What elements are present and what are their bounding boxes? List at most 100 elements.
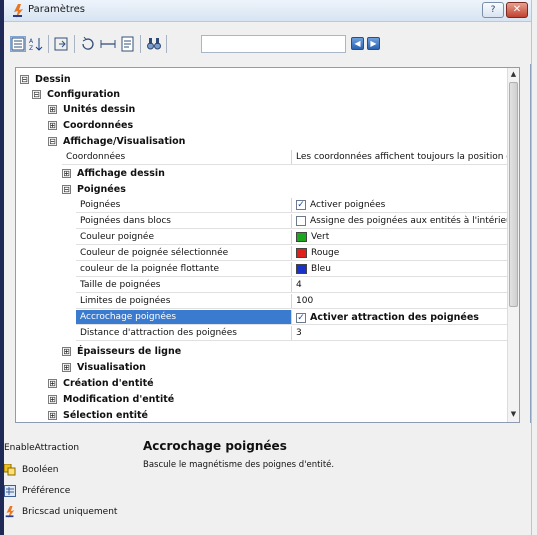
expand-toggle-icon[interactable]: ⊞ [48,379,57,388]
property-value-text: Assigne des poignées aux entités à l'int… [310,216,507,226]
property-row[interactable]: Taille de poignées 4 [76,278,507,293]
scroll-down-icon[interactable]: ▼ [508,409,519,420]
property-label: Coordonnées [62,150,292,164]
checkbox[interactable] [296,215,306,226]
property-label: Couleur poignée [76,230,292,244]
property-label: Distance d'attraction des poignées [76,326,292,340]
color-swatch [296,231,307,242]
property-value[interactable]: 3 [292,326,507,340]
property-value[interactable]: Vert [292,230,507,244]
expand-toggle-icon[interactable]: ⊟ [32,90,41,99]
search-previous-button[interactable]: ◀ [351,37,364,50]
toolbar-separator [48,35,49,53]
expand-toggle-icon[interactable]: ⊞ [48,121,57,130]
property-label: Couleur de poignée sélectionnée [76,246,292,260]
property-row-coordonnees[interactable]: Coordonnées Les coordonnées affichent to… [62,150,507,165]
property-label: Poignées dans blocs [76,214,292,228]
property-row[interactable]: Couleur poignée Vert [76,230,507,245]
expand-toggle-icon[interactable]: ⊟ [62,185,71,194]
scrollbar-thumb[interactable] [509,82,518,307]
tree-node-coordonnees[interactable]: ⊞ Coordonnées [48,118,133,133]
property-label: Poignées [76,198,292,212]
sort-alphabetical-icon[interactable]: AZ [28,36,44,52]
property-label: Accrochage poignées [76,310,292,324]
distance-icon[interactable] [100,36,116,52]
preference-icon [4,484,16,497]
help-button[interactable]: ? [482,2,504,18]
categorized-view-icon[interactable] [10,36,26,52]
property-value[interactable]: 100 [292,294,507,308]
tree-node-unites-dessin[interactable]: ⊞ Unités dessin [48,102,135,117]
tree-node-epaisseurs-de-ligne[interactable]: ⊞ Épaisseurs de ligne [62,344,181,359]
vertical-scrollbar[interactable]: ▲ ▼ [507,68,519,422]
expand-toggle-icon[interactable]: ⊞ [62,169,71,178]
property-value[interactable]: Les coordonnées affichent toujours la po… [292,150,507,164]
property-value[interactable]: ✓ Activer attraction des poignées [292,310,507,324]
property-row[interactable]: Poignées dans blocs Assigne des poignées … [76,214,507,229]
svg-text:A: A [29,38,34,45]
title-bar[interactable]: Paramètres ? ✕ [4,0,531,22]
binoculars-icon[interactable] [146,36,162,52]
property-row[interactable]: couleur de la poignée flottante Bleu [76,262,507,277]
property-row[interactable]: Distance d'attraction des poignées 3 [76,326,507,341]
tree-node-modification-entite[interactable]: ⊞ Modification d'entité [48,392,174,407]
property-value[interactable]: ✓ Activer poignées [292,198,507,212]
variable-name: EnableAttraction [4,443,80,453]
property-row[interactable]: Limites de poignées 100 [76,294,507,309]
tree-node-creation-entite[interactable]: ⊞ Création d'entité [48,376,154,391]
window-shadow [531,0,537,535]
expand-toggle-icon[interactable]: ⊞ [48,395,57,404]
tree-node-selection-entite[interactable]: ⊞ Sélection entité [48,408,148,422]
property-value[interactable]: Rouge [292,246,507,260]
property-value-text: Activer poignées [310,200,386,210]
expand-toggle-icon[interactable]: ⊟ [48,137,57,146]
boolean-type-icon [4,463,16,475]
property-row[interactable]: Poignées ✓ Activer poignées [76,198,507,213]
color-swatch [296,263,307,274]
window-title: Paramètres [28,4,86,15]
search-input[interactable] [201,35,346,53]
expand-toggle-icon[interactable]: ⊟ [20,75,29,84]
property-value[interactable]: 4 [292,278,507,292]
settings-window: Paramètres ? ✕ AZ ◀ ▶ ⊟ Dessin ⊟ Configu… [4,0,531,535]
expand-toggle-icon[interactable]: ⊞ [48,411,57,420]
settings-tree: ⊟ Dessin ⊟ Configuration ⊞ Unités dessin ⊞ C… [15,67,520,423]
checkbox[interactable]: ✓ [296,199,306,210]
toolbar: AZ ◀ ▶ [4,22,531,64]
property-row[interactable]: Accrochage poignées ✓ Activer attraction d… [76,310,507,325]
description-panel: EnableAttraction Accrochage poignées Bas… [4,423,531,535]
toolbar-separator [140,35,141,53]
scroll-up-icon[interactable]: ▲ [508,69,519,80]
expand-toggle-icon[interactable]: ⊞ [48,105,57,114]
property-value-text: Activer attraction des poignées [310,312,479,323]
tree-node-configuration[interactable]: ⊟ Configuration [32,87,120,102]
document-icon[interactable] [120,36,136,52]
checkbox[interactable]: ✓ [296,312,306,323]
description-text: Bascule le magnétisme des poignes d'enti… [143,460,335,470]
bricscad-logo-icon [5,505,15,518]
property-label: couleur de la poignée flottante [76,262,292,276]
property-row[interactable]: Couleur de poignée sélectionnée Rouge [76,246,507,261]
property-value[interactable]: Bleu [292,262,507,276]
refresh-icon[interactable] [80,36,96,52]
property-value-text: Rouge [311,248,340,258]
property-label: Taille de poignées [76,278,292,292]
expand-toggle-icon[interactable]: ⊞ [62,363,71,372]
expand-toggle-icon[interactable]: ⊞ [62,347,71,356]
property-value-text: 3 [296,328,302,338]
tree-node-visualisation[interactable]: ⊞ Visualisation [62,360,146,375]
description-title: Accrochage poignées [143,439,287,453]
toolbar-separator [74,35,75,53]
property-value-text: 100 [296,296,314,306]
tree-node-poignees[interactable]: ⊟ Poignées [62,182,126,197]
tree-node-affichage-dessin[interactable]: ⊞ Affichage dessin [62,166,165,181]
search-next-button[interactable]: ▶ [367,37,380,50]
close-button[interactable]: ✕ [506,2,528,18]
property-label: Limites de poignées [76,294,292,308]
collapse-icon[interactable] [54,36,70,52]
property-value[interactable]: Assigne des poignées aux entités à l'int… [292,214,507,228]
product-indicator: Bricscad uniquement [4,505,117,519]
tree-node-affichage-visualisation[interactable]: ⊟ Affichage/Visualisation [48,134,185,149]
tree-node-dessin[interactable]: ⊟ Dessin [20,72,71,87]
property-value-text: 4 [296,280,302,290]
